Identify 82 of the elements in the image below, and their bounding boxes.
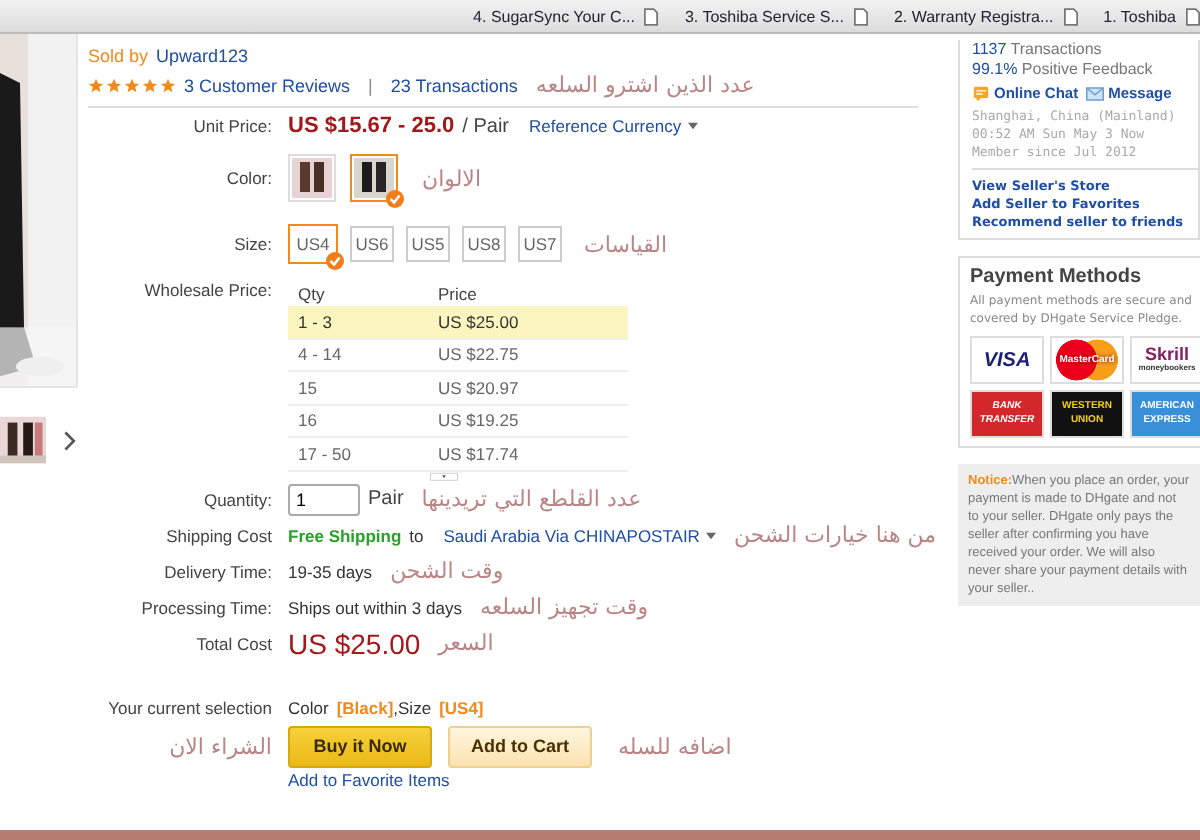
panel-title: Payment Methods	[970, 266, 1144, 288]
bookmark-tab[interactable]: 3. Toshiba Service S...	[684, 7, 844, 25]
size-option[interactable]: US7	[518, 226, 562, 262]
unit-label: Pair	[368, 488, 404, 510]
field-label: Processing Time:	[139, 597, 272, 617]
unit-price: US $15.67 - 25.0	[288, 114, 455, 138]
to-label: to	[409, 525, 424, 545]
annotation: عدد الذين اشترو السلعه	[535, 72, 755, 98]
processing-time: Ships out within 3 days	[288, 597, 462, 617]
table-cell-text: 1 - 3	[298, 311, 335, 332]
size-option[interactable]: US5	[406, 226, 450, 262]
free-shipping-label: Free Shipping	[288, 525, 402, 545]
chevron-right-icon[interactable]	[62, 429, 76, 451]
field-label: Your current selection	[106, 697, 272, 717]
document-icon	[1186, 7, 1200, 25]
annotation: السعر	[438, 630, 494, 656]
field-label: Size:	[232, 234, 272, 254]
unit-label: / Pair	[462, 115, 510, 137]
quantity-field[interactable]: 1	[288, 483, 360, 515]
bookmark-tab[interactable]: 1. Toshiba	[1103, 7, 1176, 25]
separator: |	[368, 75, 373, 95]
field-label: Wholesale Price:	[142, 280, 272, 300]
total-cost: US $25.00	[288, 627, 421, 659]
payment-logo: VISA	[970, 336, 1044, 384]
field-label: Shipping Cost	[164, 525, 272, 545]
transaction-count: 1137	[972, 40, 1007, 58]
table-cell-text: US $19.25	[438, 410, 521, 431]
table-cell-text: 15	[298, 377, 319, 398]
selected-color: [Black]	[336, 697, 394, 717]
reviews-link[interactable]: 3 Customer Reviews	[184, 75, 351, 95]
currency-dropdown[interactable]: Reference Currency	[529, 116, 698, 136]
color-swatch[interactable]	[350, 154, 398, 202]
selected-size: [US4]	[439, 697, 484, 717]
feedback-label: Positive Feedback	[1021, 60, 1153, 78]
size-label: ,Size	[393, 697, 432, 717]
feedback-percent: 99.1%	[972, 60, 1018, 78]
table-cell-text: US $22.75	[438, 344, 521, 365]
size-option[interactable]: US6	[350, 226, 394, 262]
field-label: Color:	[224, 168, 272, 188]
annotation: وقت الشحن	[390, 558, 504, 584]
table-cell-text: US $25.00	[438, 311, 521, 332]
add-to-cart-button[interactable]: Add to Cart	[448, 725, 592, 767]
check-icon	[326, 252, 344, 270]
document-icon	[644, 7, 659, 25]
shipping-dropdown[interactable]: Saudi Arabia Via CHINAPOSTAIR	[443, 525, 716, 545]
transactions-label: Transactions	[1010, 40, 1102, 58]
annotation: القياسات	[584, 231, 668, 257]
field-label: Delivery Time:	[162, 561, 272, 581]
favorite-link[interactable]: Add to Favorite Items	[288, 769, 450, 789]
envelope-icon	[1086, 85, 1105, 101]
size-option[interactable]: US8	[462, 226, 506, 262]
bookmark-tab[interactable]: 4. SugarSync Your C...	[473, 7, 635, 25]
caret-icon	[687, 122, 698, 130]
chat-icon	[972, 85, 990, 101]
color-label: Color	[288, 697, 329, 717]
buy-now-button[interactable]: Buy it Now	[288, 725, 432, 767]
bookmark-tab[interactable]: 2. Warranty Registra...	[893, 7, 1054, 25]
table-cell-text: 4 - 14	[298, 344, 344, 365]
check-icon	[386, 190, 404, 208]
document-icon	[1063, 7, 1078, 25]
field-label: Quantity:	[201, 489, 272, 509]
caret-icon	[705, 531, 716, 539]
delivery-time: 19-35 days	[288, 561, 373, 581]
table-cell-text: 16	[298, 410, 319, 431]
seller-link[interactable]: Upward123	[156, 45, 249, 65]
column-header: Qty	[298, 283, 327, 303]
table-cell-text: US $20.97	[438, 377, 521, 398]
field-label: Unit Price:	[191, 116, 272, 136]
annotation: الالوان	[422, 165, 481, 191]
document-icon	[853, 7, 868, 25]
annotation: عدد القلطع التي تريدينها	[421, 486, 642, 512]
annotation: اضافه للسله	[618, 733, 732, 759]
table-cell-text: 17 - 50	[298, 443, 353, 464]
sold-by-label: Sold by	[88, 45, 149, 65]
transactions-link[interactable]: 23 Transactions	[390, 75, 518, 95]
annotation: من هنا خيارات الشحن	[733, 522, 937, 548]
size-option[interactable]: US4	[288, 224, 338, 264]
annotation: الشراء الان	[169, 733, 272, 759]
field-label: Total Cost	[194, 633, 272, 653]
table-cell-text: US $17.74	[438, 443, 521, 464]
annotation: وقت تجهيز السلعه	[479, 594, 649, 620]
column-header: Price	[438, 283, 479, 303]
